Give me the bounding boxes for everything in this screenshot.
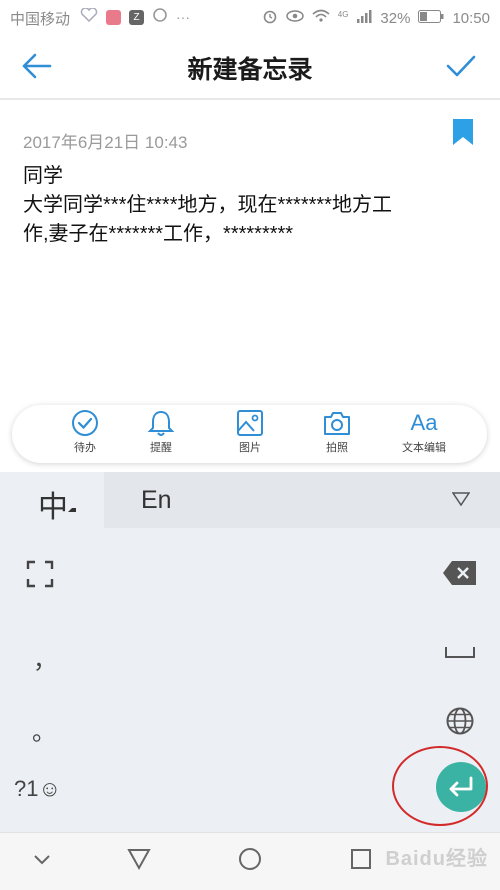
expand-icon bbox=[26, 560, 54, 588]
checkmark-icon bbox=[446, 55, 476, 77]
alarm-icon bbox=[262, 8, 278, 28]
todo-check-icon bbox=[72, 410, 98, 436]
note-line: 作,妻子在*******工作，********* bbox=[23, 223, 294, 245]
network-type-label: 4G bbox=[337, 9, 349, 19]
chinese-mode-label: 中 bbox=[38, 491, 68, 524]
space-key[interactable] bbox=[444, 640, 476, 668]
battery-percent: 32% bbox=[380, 9, 411, 27]
highlight-circle bbox=[392, 746, 488, 826]
note-line: 大学同学***住****地方，现在*******地方工 bbox=[23, 194, 392, 216]
backspace-key[interactable] bbox=[442, 560, 478, 593]
page-title: 新建备忘录 bbox=[187, 56, 313, 84]
text-edit-button[interactable]: Aa 文本编辑 bbox=[384, 409, 464, 461]
carrier-label: 中国移动 bbox=[10, 11, 71, 28]
text-format-icon: Aa bbox=[410, 410, 438, 435]
note-line: 同学 bbox=[23, 165, 63, 187]
save-button[interactable] bbox=[440, 48, 480, 84]
triangle-back-icon bbox=[127, 849, 151, 871]
app-notification-icon bbox=[106, 9, 121, 25]
heart-monitor-icon bbox=[80, 6, 98, 27]
z-app-icon: Z bbox=[129, 9, 144, 25]
camera-icon bbox=[324, 412, 350, 435]
notification-icons: Z ··· bbox=[80, 6, 190, 28]
bell-icon bbox=[147, 410, 175, 436]
image-button[interactable]: 图片 bbox=[210, 409, 290, 461]
camera-label: 拍照 bbox=[326, 442, 348, 454]
hide-keyboard-button[interactable] bbox=[451, 492, 471, 511]
clock-time: 10:50 bbox=[452, 9, 490, 27]
collapse-button[interactable] bbox=[32, 849, 52, 874]
recents-button[interactable] bbox=[350, 848, 372, 875]
reminder-button[interactable]: 提醒 bbox=[121, 409, 201, 461]
image-icon bbox=[237, 410, 263, 436]
wifi-icon bbox=[312, 9, 330, 27]
todo-label: 待办 bbox=[74, 442, 96, 454]
back-nav-button[interactable] bbox=[127, 847, 151, 876]
note-date: 2017年6月21日 10:43 bbox=[23, 133, 188, 152]
bookmark-icon bbox=[453, 119, 473, 145]
more-notifications-icon: ··· bbox=[176, 9, 190, 25]
globe-icon bbox=[446, 707, 474, 735]
status-bar: 中国移动 Z ··· 4G 32% 10:50 bbox=[0, 0, 500, 34]
fullscreen-key[interactable] bbox=[26, 560, 54, 595]
image-label: 图片 bbox=[239, 442, 261, 454]
app-header: 新建备忘录 bbox=[0, 34, 500, 100]
bookmark-button[interactable] bbox=[452, 118, 474, 146]
signal-icon bbox=[356, 9, 372, 27]
watermark: Baidu经验 bbox=[385, 848, 488, 870]
chevron-down-icon bbox=[34, 855, 50, 865]
editor-toolbar: 待办 提醒 图片 拍照 Aa 文本编辑 bbox=[12, 405, 487, 463]
period-key[interactable]: 。 bbox=[32, 712, 56, 747]
triangle-down-icon bbox=[451, 492, 471, 507]
eye-icon bbox=[286, 9, 304, 27]
english-mode-key[interactable]: En bbox=[141, 486, 172, 515]
status-right: 4G 32% 10:50 bbox=[262, 8, 490, 28]
sync-icon bbox=[152, 7, 168, 28]
comma-key[interactable]: ， bbox=[33, 640, 57, 675]
backspace-icon bbox=[443, 561, 476, 585]
text-edit-label: 文本编辑 bbox=[402, 442, 446, 454]
chinese-mode-key[interactable]: 中 bbox=[0, 472, 104, 528]
home-button[interactable] bbox=[238, 847, 262, 876]
note-text[interactable]: 同学 大学同学***住****地方，现在*******地方工 作,妻子在****… bbox=[23, 162, 483, 249]
language-switch-key[interactable] bbox=[445, 706, 475, 743]
mode-caret-icon bbox=[68, 508, 76, 512]
reminder-label: 提醒 bbox=[150, 442, 172, 454]
camera-button[interactable]: 拍照 bbox=[297, 409, 377, 461]
todo-button[interactable]: 待办 bbox=[45, 409, 125, 461]
battery-icon bbox=[418, 9, 444, 27]
square-recents-icon bbox=[351, 849, 371, 869]
space-icon bbox=[445, 647, 475, 658]
keyboard-top-bar: 中 En bbox=[0, 472, 500, 528]
home-circle-icon bbox=[239, 848, 261, 870]
symbols-key[interactable]: ?1☺ bbox=[14, 776, 61, 802]
